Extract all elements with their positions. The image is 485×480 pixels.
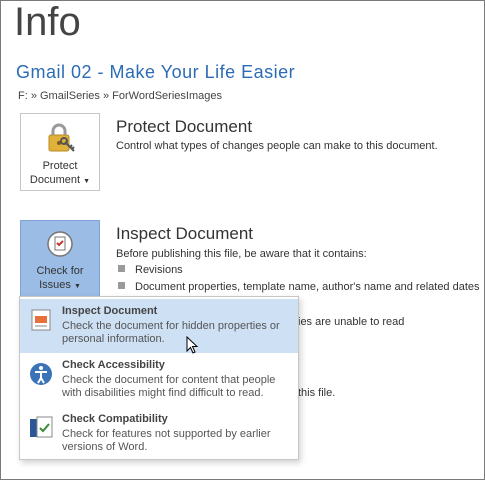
protect-description: Control what types of changes people can… (116, 140, 438, 152)
mouse-cursor-icon (186, 336, 199, 354)
dropdown-caret-icon: ▼ (73, 283, 81, 290)
menu-item-title: Check Accessibility (62, 359, 165, 371)
menu-item-description: Check for features not supported by earl… (62, 428, 271, 453)
protect-document-button[interactable]: Protect Document ▼ (20, 113, 100, 191)
page-title: Info (14, 0, 81, 44)
protect-heading: Protect Document (116, 117, 253, 136)
document-path: F: » GmailSeries » ForWordSeriesImages (18, 90, 222, 102)
menu-item-check-accessibility[interactable]: Check Accessibility Check the document f… (20, 353, 298, 407)
word-compatibility-icon (30, 416, 53, 438)
issues-label-line1: Check for (36, 265, 84, 277)
protect-label-line1: Protect (42, 160, 78, 172)
menu-item-title: Check Compatibility (62, 413, 168, 425)
lock-key-icon (48, 123, 75, 152)
check-for-issues-menu: Inspect Document Check the document for … (19, 296, 299, 460)
inspect-document-icon (31, 309, 51, 331)
check-for-issues-button[interactable]: Check for Issues ▼ (20, 220, 100, 298)
protect-label-line2: Document (29, 174, 81, 186)
menu-item-description: Check the document for hidden properties… (62, 320, 280, 345)
obscured-text: this file. (298, 387, 336, 399)
bullet-item: Revisions (118, 264, 183, 276)
inspect-heading: Inspect Document (116, 224, 254, 243)
issues-label-line2: Issues (39, 279, 71, 291)
obscured-text: ies are unable to read (298, 316, 405, 328)
inspect-document-icon (47, 231, 73, 257)
menu-item-check-compatibility[interactable]: Check Compatibility Check for features n… (20, 407, 298, 461)
menu-item-title: Inspect Document (62, 305, 158, 317)
dropdown-caret-icon: ▼ (83, 178, 91, 185)
inspect-description: Before publishing this file, be aware th… (116, 248, 367, 260)
menu-item-description: Check the document for content that peop… (62, 374, 276, 399)
menu-item-inspect-document[interactable]: Inspect Document Check the document for … (20, 299, 298, 353)
document-title: Gmail 02 - Make Your Life Easier (16, 62, 296, 82)
accessibility-icon (30, 363, 52, 385)
bullet-item: Document properties, template name, auth… (118, 281, 480, 293)
